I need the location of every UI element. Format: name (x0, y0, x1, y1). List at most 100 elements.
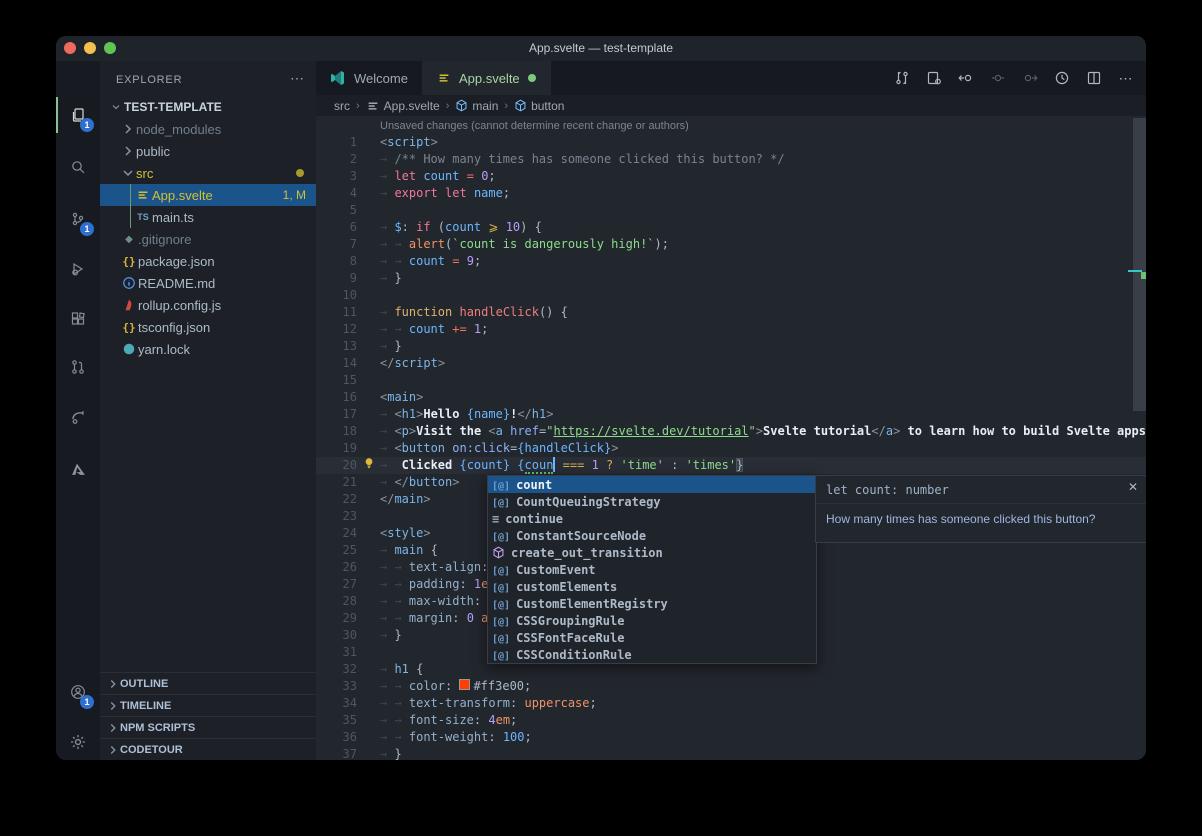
tab-app-svelte[interactable]: App.svelte (423, 61, 551, 96)
suggest-item-customelements[interactable]: [@] customElements (488, 578, 816, 595)
code-line-14[interactable]: 14</script> (316, 355, 1146, 372)
close-icon[interactable]: ✕ (1128, 480, 1138, 494)
activity-bar-live-share[interactable] (56, 397, 100, 437)
suggest-item-cssfontfacerule[interactable]: [@] CSSFontFaceRule (488, 629, 816, 646)
current-change-icon[interactable] (986, 66, 1010, 90)
suggest-widget: [@] count[@] CountQueuingStrategy≡ conti… (487, 475, 817, 664)
code-line-37[interactable]: 37→} (316, 746, 1146, 760)
suggest-item-constantsourcenode[interactable]: [@] ConstantSourceNode (488, 527, 816, 544)
suggest-item-create_out_transition[interactable]: create_out_transition (488, 544, 816, 561)
editor-toolbar: ⋯ (890, 61, 1138, 95)
editor-scrollbar[interactable] (1133, 118, 1146, 411)
line-number: 5 (316, 202, 357, 219)
activity-bar-source-control[interactable]: 1 (56, 199, 100, 239)
lightbulb-icon[interactable] (363, 457, 375, 475)
code-line-33[interactable]: 33→→color: #ff3e00; (316, 678, 1146, 695)
code-line-18[interactable]: 18→<p>Visit the <a href="https://svelte.… (316, 423, 1146, 440)
breadcrumb-item-main[interactable]: main (455, 99, 498, 113)
sidebar-panel-npm-scripts[interactable]: NPM SCRIPTS (100, 716, 316, 738)
panel-label: CODETOUR (120, 744, 183, 756)
tree-item-src[interactable]: src (100, 162, 316, 184)
chevron-right-icon (106, 720, 120, 736)
tree-item-rollup-config-js[interactable]: rollup.config.js (100, 294, 316, 316)
line-content: →→font-weight: 100; (380, 729, 532, 746)
sidebar-panel-outline[interactable]: OUTLINE (100, 672, 316, 694)
tree-item-public[interactable]: public (100, 140, 316, 162)
svelte-file-icon (437, 71, 451, 85)
project-root-row[interactable]: TEST-TEMPLATE (100, 96, 316, 118)
gitlens-compare-icon[interactable] (890, 66, 914, 90)
sidebar-panel-codetour[interactable]: CODETOUR (100, 738, 316, 760)
tree-item-app-svelte[interactable]: App.svelte1, M (100, 184, 316, 206)
code-line-8[interactable]: 8→→count = 9; (316, 253, 1146, 270)
file-history-icon[interactable] (1050, 66, 1074, 90)
code-line-35[interactable]: 35→→font-size: 4em; (316, 712, 1146, 729)
suggest-item-customelementregistry[interactable]: [@] CustomElementRegistry (488, 595, 816, 612)
code-line-12[interactable]: 12→→count += 1; (316, 321, 1146, 338)
tree-item-tsconfig-json[interactable]: {}tsconfig.json (100, 316, 316, 338)
line-content: →} (380, 746, 402, 760)
suggest-item-cssgroupingrule[interactable]: [@] CSSGroupingRule (488, 612, 816, 629)
code-line-16[interactable]: 16<main> (316, 389, 1146, 406)
suggest-item-label: customElements (516, 580, 617, 594)
line-content: →→count = 9; (380, 253, 481, 270)
color-swatch[interactable] (459, 679, 470, 690)
tree-item--gitignore[interactable]: ◆.gitignore (100, 228, 316, 250)
json-icon: {} (120, 255, 138, 268)
more-actions-icon[interactable]: ⋯ (1114, 66, 1138, 90)
activity-bar-account[interactable]: 1 (56, 672, 100, 712)
suggest-item-count[interactable]: [@] count (488, 476, 816, 493)
code-line-4[interactable]: 4→export let name; (316, 185, 1146, 202)
explorer-more-actions-icon[interactable]: ⋯ (290, 61, 304, 96)
code-line-1[interactable]: 1<script> (316, 134, 1146, 151)
tree-item-package-json[interactable]: {}package.json (100, 250, 316, 272)
breadcrumb-item-app-svelte[interactable]: App.svelte (366, 99, 440, 113)
code-line-2[interactable]: 2→/** How many times has someone clicked… (316, 151, 1146, 168)
suggest-item-cssconditionrule[interactable]: [@] CSSConditionRule (488, 646, 816, 663)
indent-guide (130, 206, 131, 228)
previous-change-icon[interactable] (954, 66, 978, 90)
code-line-7[interactable]: 7→→alert(`count is dangerously high!`); (316, 236, 1146, 253)
suggest-item-customevent[interactable]: [@] CustomEvent (488, 561, 816, 578)
code-line-34[interactable]: 34→→text-transform: uppercase; (316, 695, 1146, 712)
code-line-5[interactable]: 5 (316, 202, 1146, 219)
sidebar-panel-timeline[interactable]: TIMELINE (100, 694, 316, 716)
code-line-36[interactable]: 36→→font-weight: 100; (316, 729, 1146, 746)
activity-bar-search[interactable] (56, 147, 100, 187)
code-line-10[interactable]: 10 (316, 287, 1146, 304)
panel-label: NPM SCRIPTS (120, 722, 195, 734)
line-content: →main { (380, 542, 438, 559)
tab-welcome[interactable]: Welcome (316, 61, 423, 95)
code-line-17[interactable]: 17→<h1>Hello {name}!</h1> (316, 406, 1146, 423)
split-editor-icon[interactable] (1082, 66, 1106, 90)
line-number: 35 (316, 712, 357, 729)
activity-bar-run-debug[interactable] (56, 249, 100, 289)
tree-item-readme-md[interactable]: README.md (100, 272, 316, 294)
activity-bar-extensions[interactable] (56, 299, 100, 339)
code-line-13[interactable]: 13→} (316, 338, 1146, 355)
activity-bar-settings-gear[interactable] (56, 722, 100, 760)
activity-bar-azure[interactable] (56, 449, 100, 489)
code-line-9[interactable]: 9→} (316, 270, 1146, 287)
tree-item-main-ts[interactable]: TSmain.ts (100, 206, 316, 228)
code-line-6[interactable]: 6→$: if (count ⩾ 10) { (316, 219, 1146, 236)
next-change-icon[interactable] (1018, 66, 1042, 90)
tree-item-node-modules[interactable]: node_modules (100, 118, 316, 140)
gitlens-codelens[interactable]: Unsaved changes (cannot determine recent… (380, 118, 1146, 134)
line-content: →<h1>Hello {name}!</h1> (380, 406, 553, 423)
tree-item-yarn-lock[interactable]: yarn.lock (100, 338, 316, 360)
code-line-20[interactable]: 20→ Clicked {count} {coun === 1 ? 'time'… (316, 457, 1146, 474)
symbol-variable-icon: [@] (492, 648, 510, 662)
activity-bar-github-pull-requests[interactable] (56, 347, 100, 387)
suggest-item-continue[interactable]: ≡ continue (488, 510, 816, 527)
code-line-19[interactable]: 19→<button on:click={handleClick}> (316, 440, 1146, 457)
activity-bar-explorer[interactable]: 1 (56, 95, 100, 135)
code-line-11[interactable]: 11→function handleClick() { (316, 304, 1146, 321)
code-line-15[interactable]: 15 (316, 372, 1146, 389)
open-changes-icon[interactable] (922, 66, 946, 90)
suggest-item-countqueuingstrategy[interactable]: [@] CountQueuingStrategy (488, 493, 816, 510)
breadcrumb-item-button[interactable]: button (514, 99, 564, 113)
suggest-item-label: CSSFontFaceRule (516, 631, 624, 645)
breadcrumb-item-src[interactable]: src (334, 99, 350, 113)
code-line-3[interactable]: 3→let count = 0; (316, 168, 1146, 185)
